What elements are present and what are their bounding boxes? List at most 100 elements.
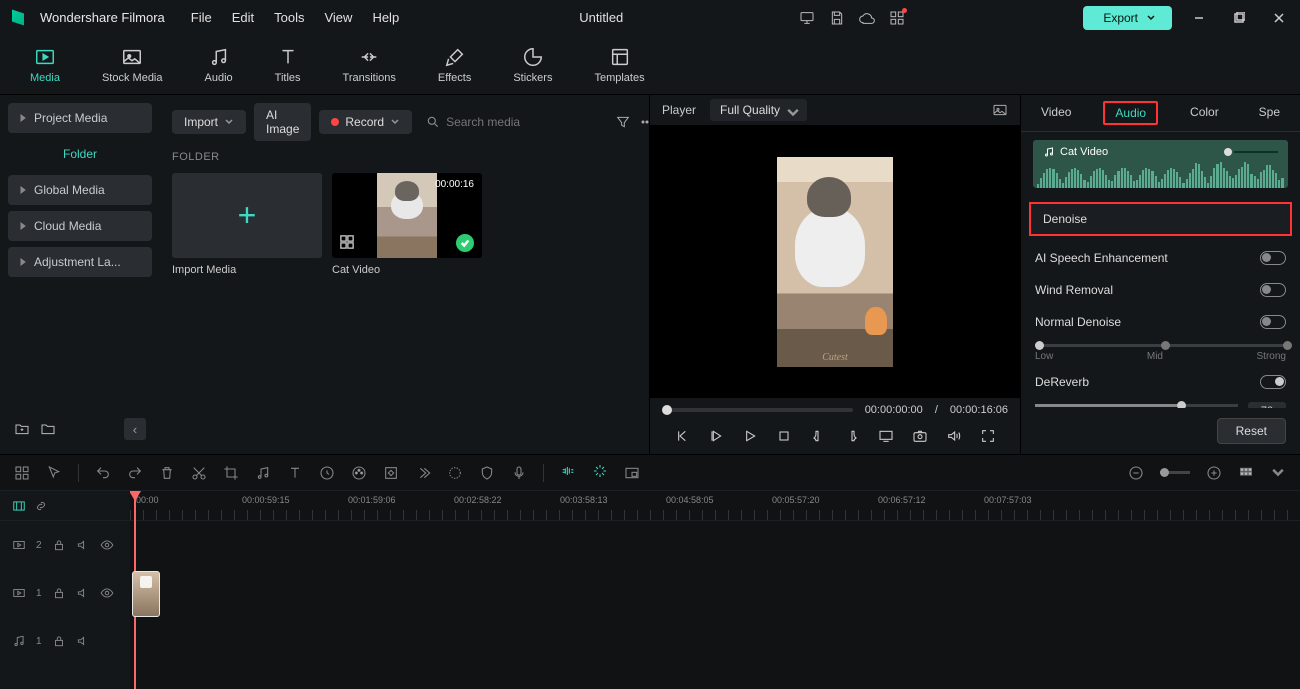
prop-tab-video[interactable]: Video <box>1033 101 1079 125</box>
lock-icon[interactable] <box>52 538 66 552</box>
tab-stock-media[interactable]: Stock Media <box>102 46 163 84</box>
apps-icon[interactable] <box>889 10 905 26</box>
track-settings-icon[interactable] <box>12 499 26 513</box>
save-icon[interactable] <box>829 10 845 26</box>
filter-icon[interactable] <box>615 114 631 130</box>
tab-effects[interactable]: Effects <box>438 46 471 84</box>
sidebar-adjustment-layers[interactable]: Adjustment La... <box>8 247 152 277</box>
step-back-icon[interactable] <box>708 428 724 444</box>
tab-transitions[interactable]: Transitions <box>343 46 396 84</box>
collapse-sidebar-button[interactable]: ‹ <box>124 418 146 440</box>
sidebar-cloud-media[interactable]: Cloud Media <box>8 211 152 241</box>
sidebar-global-media[interactable]: Global Media <box>8 175 152 205</box>
tl-picture-icon[interactable] <box>624 465 640 481</box>
timeline-clip[interactable] <box>132 571 160 617</box>
record-button[interactable]: Record <box>319 110 412 134</box>
media-clip-cat-video[interactable]: 00:00:16 Cat Video <box>332 173 482 276</box>
sidebar-project-media[interactable]: Project Media <box>8 103 152 133</box>
tl-shield-icon[interactable] <box>479 465 495 481</box>
tl-speed-icon[interactable] <box>319 465 335 481</box>
fullscreen-icon[interactable] <box>980 428 996 444</box>
ai-speech-toggle[interactable] <box>1260 251 1286 265</box>
maximize-button[interactable] <box>1232 11 1246 25</box>
eye-icon[interactable] <box>100 538 114 552</box>
snapshot-gallery-icon[interactable] <box>992 102 1008 118</box>
search-input[interactable] <box>446 115 601 129</box>
prop-tab-color[interactable]: Color <box>1182 101 1227 125</box>
play-icon[interactable] <box>742 428 758 444</box>
timeline-ruler[interactable]: 00:0000:00:59:1500:01:59:0600:02:58:2200… <box>130 491 1300 521</box>
volume-icon[interactable] <box>946 428 962 444</box>
seek-bar[interactable] <box>662 408 853 412</box>
normal-denoise-toggle[interactable] <box>1260 315 1286 329</box>
dereverb-slider[interactable] <box>1035 404 1238 407</box>
sidebar-folder[interactable]: Folder <box>8 139 152 169</box>
minimize-button[interactable] <box>1192 11 1206 25</box>
tl-audio-mix-icon[interactable] <box>560 463 576 479</box>
mute-icon[interactable] <box>76 538 90 552</box>
mark-in-icon[interactable] <box>810 428 826 444</box>
track-video-2[interactable]: 2 <box>0 521 130 569</box>
mute-icon[interactable] <box>76 586 90 600</box>
prop-tab-speed[interactable]: Spe <box>1251 101 1288 125</box>
section-denoise[interactable]: Denoise <box>1029 202 1292 236</box>
tl-music-icon[interactable] <box>255 465 271 481</box>
dereverb-toggle[interactable] <box>1260 375 1286 389</box>
tl-view-icon[interactable] <box>1238 465 1254 481</box>
lock-icon[interactable] <box>52 586 66 600</box>
tl-zoom-in-icon[interactable] <box>1206 465 1222 481</box>
prev-frame-icon[interactable] <box>674 428 690 444</box>
lock-icon[interactable] <box>52 634 66 648</box>
eye-icon[interactable] <box>100 586 114 600</box>
audio-waveform[interactable]: Cat Video <box>1033 140 1288 188</box>
track-link-icon[interactable] <box>34 499 48 513</box>
reset-button[interactable]: Reset <box>1217 418 1286 444</box>
ai-image-button[interactable]: AI Image <box>254 103 311 141</box>
tab-stickers[interactable]: Stickers <box>513 46 552 84</box>
snapshot-icon[interactable] <box>912 428 928 444</box>
mute-icon[interactable] <box>76 634 90 648</box>
export-button[interactable]: Export <box>1083 6 1172 30</box>
tab-templates[interactable]: Templates <box>594 46 644 84</box>
import-button[interactable]: Import <box>172 110 246 134</box>
tl-enhance-icon[interactable] <box>592 463 608 479</box>
clip-grid-icon[interactable] <box>340 235 354 252</box>
tl-redo-icon[interactable] <box>127 465 143 481</box>
track-video-1[interactable]: 1 <box>0 569 130 617</box>
menu-view[interactable]: View <box>320 8 356 27</box>
tl-cut-icon[interactable] <box>191 465 207 481</box>
menu-edit[interactable]: Edit <box>228 8 258 27</box>
new-folder-icon[interactable] <box>14 421 30 437</box>
monitor-icon[interactable] <box>799 10 815 26</box>
menu-tools[interactable]: Tools <box>270 8 308 27</box>
sort-icon[interactable] <box>40 421 56 437</box>
tl-zoom-out-icon[interactable] <box>1128 465 1144 481</box>
timeline-canvas[interactable]: 00:0000:00:59:1500:01:59:0600:02:58:2200… <box>130 491 1300 689</box>
stop-icon[interactable] <box>776 428 792 444</box>
tab-media[interactable]: Media <box>30 46 60 84</box>
tl-text-icon[interactable] <box>287 465 303 481</box>
tl-color-icon[interactable] <box>351 465 367 481</box>
tl-delete-icon[interactable] <box>159 465 175 481</box>
tl-more-icon[interactable] <box>415 465 431 481</box>
video-preview[interactable]: Cutest <box>777 157 893 367</box>
cloud-icon[interactable] <box>859 10 875 26</box>
tl-view-dropdown-icon[interactable] <box>1270 465 1286 481</box>
menu-help[interactable]: Help <box>368 8 403 27</box>
import-media-tile[interactable]: + Import Media <box>172 173 322 276</box>
normal-denoise-slider[interactable] <box>1035 344 1286 347</box>
menu-file[interactable]: File <box>187 8 216 27</box>
tl-grid-icon[interactable] <box>14 465 30 481</box>
mark-out-icon[interactable] <box>844 428 860 444</box>
tl-crop-icon[interactable] <box>223 465 239 481</box>
tl-keyframe-icon[interactable] <box>383 465 399 481</box>
prop-tab-audio[interactable]: Audio <box>1103 101 1158 125</box>
tl-undo-icon[interactable] <box>95 465 111 481</box>
tl-pointer-icon[interactable] <box>46 465 62 481</box>
quality-select[interactable]: Full Quality <box>710 99 807 121</box>
track-audio-1[interactable]: 1 <box>0 617 130 665</box>
display-icon[interactable] <box>878 428 894 444</box>
tl-mic-icon[interactable] <box>511 465 527 481</box>
close-button[interactable] <box>1272 11 1286 25</box>
tab-audio[interactable]: Audio <box>205 46 233 84</box>
